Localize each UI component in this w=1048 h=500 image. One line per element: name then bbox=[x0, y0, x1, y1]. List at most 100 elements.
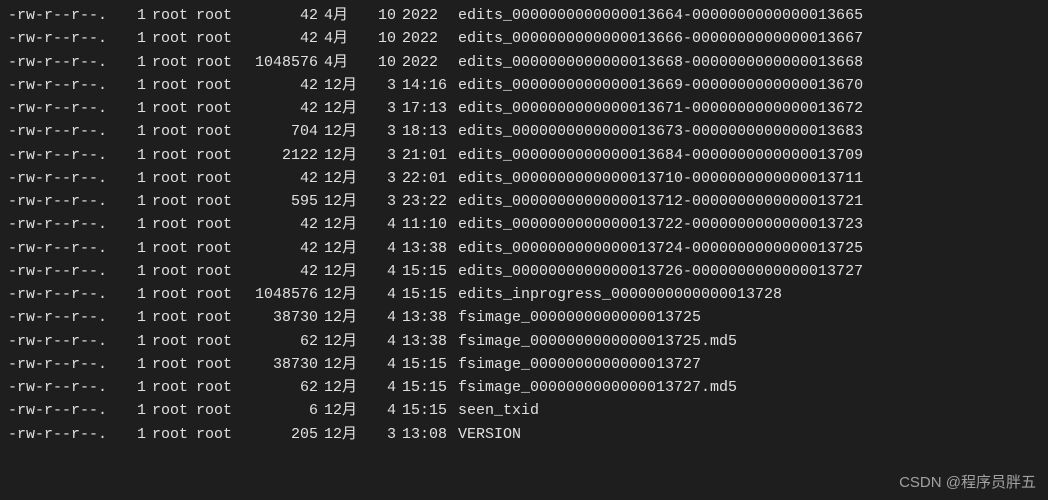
file-month: 12月 bbox=[318, 144, 364, 167]
file-group: root bbox=[196, 376, 246, 399]
file-month: 12月 bbox=[318, 283, 364, 306]
watermark-text: CSDN @程序员胖五 bbox=[899, 471, 1036, 494]
file-owner: root bbox=[146, 283, 196, 306]
terminal-output: -rw-r--r--.1rootroot424月102022edits_0000… bbox=[8, 4, 1040, 446]
file-links: 1 bbox=[128, 213, 146, 236]
file-size: 2122 bbox=[246, 144, 318, 167]
file-time: 21:01 bbox=[396, 144, 452, 167]
file-day: 10 bbox=[364, 4, 396, 27]
file-time: 15:15 bbox=[396, 399, 452, 422]
file-time: 2022 bbox=[396, 51, 452, 74]
file-row: -rw-r--r--.1rootroot4212月413:38edits_000… bbox=[8, 237, 1040, 260]
file-row: -rw-r--r--.1rootroot70412月318:13edits_00… bbox=[8, 120, 1040, 143]
file-time: 11:10 bbox=[396, 213, 452, 236]
file-group: root bbox=[196, 399, 246, 422]
file-time: 15:15 bbox=[396, 260, 452, 283]
file-day: 4 bbox=[364, 283, 396, 306]
file-permissions: -rw-r--r--. bbox=[8, 260, 128, 283]
file-month: 4月 bbox=[318, 27, 364, 50]
file-month: 12月 bbox=[318, 120, 364, 143]
file-day: 4 bbox=[364, 260, 396, 283]
file-links: 1 bbox=[128, 97, 146, 120]
file-size: 42 bbox=[246, 260, 318, 283]
file-owner: root bbox=[146, 423, 196, 446]
file-time: 18:13 bbox=[396, 120, 452, 143]
file-size: 1048576 bbox=[246, 51, 318, 74]
file-group: root bbox=[196, 167, 246, 190]
file-row: -rw-r--r--.1rootroot424月102022edits_0000… bbox=[8, 4, 1040, 27]
file-month: 12月 bbox=[318, 423, 364, 446]
file-permissions: -rw-r--r--. bbox=[8, 144, 128, 167]
file-day: 4 bbox=[364, 330, 396, 353]
file-group: root bbox=[196, 260, 246, 283]
file-permissions: -rw-r--r--. bbox=[8, 27, 128, 50]
file-permissions: -rw-r--r--. bbox=[8, 97, 128, 120]
file-links: 1 bbox=[128, 237, 146, 260]
file-month: 12月 bbox=[318, 190, 364, 213]
file-name: edits_0000000000000013712-00000000000000… bbox=[452, 190, 863, 213]
file-group: root bbox=[196, 74, 246, 97]
file-size: 704 bbox=[246, 120, 318, 143]
file-row: -rw-r--r--.1rootroot212212月321:01edits_0… bbox=[8, 144, 1040, 167]
file-day: 3 bbox=[364, 190, 396, 213]
file-links: 1 bbox=[128, 260, 146, 283]
file-permissions: -rw-r--r--. bbox=[8, 74, 128, 97]
file-name: edits_0000000000000013684-00000000000000… bbox=[452, 144, 863, 167]
file-links: 1 bbox=[128, 423, 146, 446]
file-links: 1 bbox=[128, 51, 146, 74]
file-size: 42 bbox=[246, 167, 318, 190]
file-row: -rw-r--r--.1rootroot59512月323:22edits_00… bbox=[8, 190, 1040, 213]
file-owner: root bbox=[146, 120, 196, 143]
file-row: -rw-r--r--.1rootroot104857612月415:15edit… bbox=[8, 283, 1040, 306]
file-owner: root bbox=[146, 167, 196, 190]
file-name: fsimage_0000000000000013725 bbox=[452, 306, 701, 329]
file-day: 4 bbox=[364, 237, 396, 260]
file-owner: root bbox=[146, 237, 196, 260]
file-permissions: -rw-r--r--. bbox=[8, 4, 128, 27]
file-permissions: -rw-r--r--. bbox=[8, 51, 128, 74]
file-permissions: -rw-r--r--. bbox=[8, 213, 128, 236]
file-owner: root bbox=[146, 97, 196, 120]
file-row: -rw-r--r--.1rootroot4212月322:01edits_000… bbox=[8, 167, 1040, 190]
file-group: root bbox=[196, 353, 246, 376]
file-group: root bbox=[196, 306, 246, 329]
file-month: 12月 bbox=[318, 213, 364, 236]
file-row: -rw-r--r--.1rootroot20512月313:08VERSION bbox=[8, 423, 1040, 446]
file-size: 205 bbox=[246, 423, 318, 446]
file-day: 10 bbox=[364, 51, 396, 74]
file-name: edits_0000000000000013666-00000000000000… bbox=[452, 27, 863, 50]
file-size: 62 bbox=[246, 330, 318, 353]
file-owner: root bbox=[146, 74, 196, 97]
file-size: 42 bbox=[246, 4, 318, 27]
file-name: seen_txid bbox=[452, 399, 539, 422]
file-group: root bbox=[196, 423, 246, 446]
file-month: 12月 bbox=[318, 97, 364, 120]
file-row: -rw-r--r--.1rootroot4212月317:13edits_000… bbox=[8, 97, 1040, 120]
file-day: 4 bbox=[364, 376, 396, 399]
file-time: 17:13 bbox=[396, 97, 452, 120]
file-owner: root bbox=[146, 213, 196, 236]
file-links: 1 bbox=[128, 376, 146, 399]
file-month: 12月 bbox=[318, 399, 364, 422]
file-day: 4 bbox=[364, 399, 396, 422]
file-permissions: -rw-r--r--. bbox=[8, 306, 128, 329]
file-permissions: -rw-r--r--. bbox=[8, 423, 128, 446]
file-size: 42 bbox=[246, 74, 318, 97]
file-row: -rw-r--r--.1rootroot424月102022edits_0000… bbox=[8, 27, 1040, 50]
file-time: 2022 bbox=[396, 27, 452, 50]
file-name: edits_0000000000000013671-00000000000000… bbox=[452, 97, 863, 120]
file-permissions: -rw-r--r--. bbox=[8, 330, 128, 353]
file-size: 42 bbox=[246, 237, 318, 260]
file-day: 10 bbox=[364, 27, 396, 50]
file-day: 3 bbox=[364, 120, 396, 143]
file-day: 3 bbox=[364, 97, 396, 120]
file-links: 1 bbox=[128, 330, 146, 353]
file-links: 1 bbox=[128, 120, 146, 143]
file-group: root bbox=[196, 330, 246, 353]
file-month: 12月 bbox=[318, 353, 364, 376]
file-name: edits_0000000000000013722-00000000000000… bbox=[452, 213, 863, 236]
file-day: 3 bbox=[364, 423, 396, 446]
file-size: 595 bbox=[246, 190, 318, 213]
file-owner: root bbox=[146, 27, 196, 50]
file-row: -rw-r--r--.1rootroot10485764月102022edits… bbox=[8, 51, 1040, 74]
